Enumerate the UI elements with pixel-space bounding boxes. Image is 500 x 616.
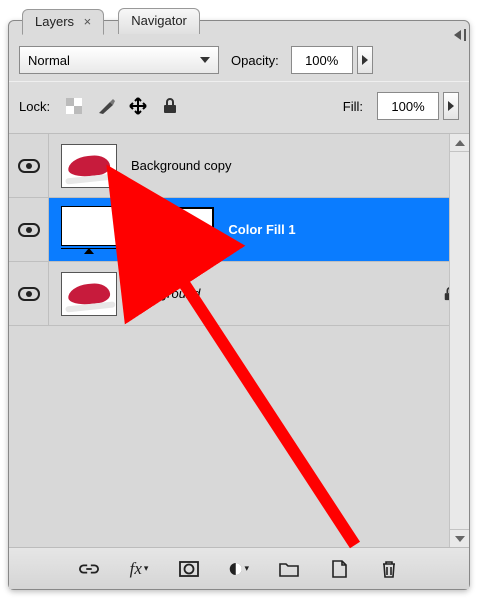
scroll-up-button[interactable]	[450, 134, 469, 152]
lock-all-icon[interactable]	[160, 96, 180, 116]
link-icon: ⇿	[131, 220, 144, 240]
layer-row[interactable]: Background	[9, 262, 469, 326]
lock-pixels-icon[interactable]	[96, 96, 116, 116]
new-layer-button[interactable]	[329, 559, 349, 579]
layer-row[interactable]: Background copy	[9, 134, 469, 198]
layer-name[interactable]: Background copy	[131, 158, 457, 173]
layer-row-selected[interactable]: ⇿ Color Fill 1	[9, 198, 469, 262]
fill-label: Fill:	[343, 99, 363, 114]
tab-label: Layers	[35, 14, 74, 29]
layer-name[interactable]: Color Fill 1	[228, 222, 457, 237]
opacity-control: 100%	[291, 46, 373, 74]
panel-menu-button[interactable]	[448, 27, 466, 43]
adjustment-layer-button[interactable]: ▾	[229, 559, 249, 579]
lock-label: Lock:	[19, 99, 50, 114]
triangle-right-icon	[448, 101, 454, 111]
tab-navigator[interactable]: Navigator	[118, 8, 200, 34]
layer-thumbnail[interactable]	[61, 144, 117, 188]
chevron-down-icon	[455, 536, 465, 542]
lock-options	[64, 96, 180, 116]
fill-control: 100%	[377, 92, 459, 120]
lock-transparent-icon[interactable]	[64, 96, 84, 116]
scroll-down-button[interactable]	[450, 529, 469, 547]
fill-flyout-button[interactable]	[443, 92, 459, 120]
eye-icon	[18, 223, 40, 237]
close-icon[interactable]: ×	[84, 14, 92, 29]
blend-mode-value: Normal	[28, 53, 70, 68]
lock-fill-row: Lock: Fill: 100%	[19, 89, 459, 123]
fill-input[interactable]: 100%	[377, 92, 439, 120]
eye-icon	[18, 287, 40, 301]
vertical-scrollbar[interactable]	[449, 134, 469, 547]
eye-icon	[18, 159, 40, 173]
triangle-right-icon	[362, 55, 368, 65]
visibility-toggle[interactable]	[9, 198, 49, 261]
new-group-button[interactable]	[279, 559, 299, 579]
layer-mask-thumbnail[interactable]	[158, 207, 214, 253]
add-mask-button[interactable]	[179, 559, 199, 579]
layer-style-button[interactable]: fx▾	[129, 559, 149, 579]
chevron-down-icon	[200, 57, 210, 63]
layer-thumbnail[interactable]	[61, 272, 117, 316]
tab-label: Navigator	[131, 13, 187, 28]
blend-opacity-row: Normal Opacity: 100%	[19, 43, 459, 77]
opacity-label: Opacity:	[231, 53, 279, 68]
tab-layers[interactable]: Layers ×	[22, 9, 104, 35]
panel-tabs: Layers × Navigator	[22, 8, 200, 34]
visibility-toggle[interactable]	[9, 134, 49, 197]
opacity-input[interactable]: 100%	[291, 46, 353, 74]
layers-panel: Layers × Navigator Normal Opacity: 100% …	[8, 20, 470, 590]
separator	[9, 81, 469, 82]
layer-name[interactable]: Background	[131, 286, 429, 301]
opacity-flyout-button[interactable]	[357, 46, 373, 74]
layers-list: Background copy ⇿ Color Fill 1	[9, 133, 469, 547]
lock-position-icon[interactable]	[128, 96, 148, 116]
layers-footer: fx▾ ▾	[9, 547, 469, 589]
visibility-toggle[interactable]	[9, 262, 49, 325]
blend-mode-select[interactable]: Normal	[19, 46, 219, 74]
empty-layer-area	[9, 326, 469, 546]
chevron-up-icon	[455, 140, 465, 146]
delete-layer-button[interactable]	[379, 559, 399, 579]
link-layers-button[interactable]	[79, 559, 99, 579]
fill-swatch[interactable]	[61, 206, 117, 254]
